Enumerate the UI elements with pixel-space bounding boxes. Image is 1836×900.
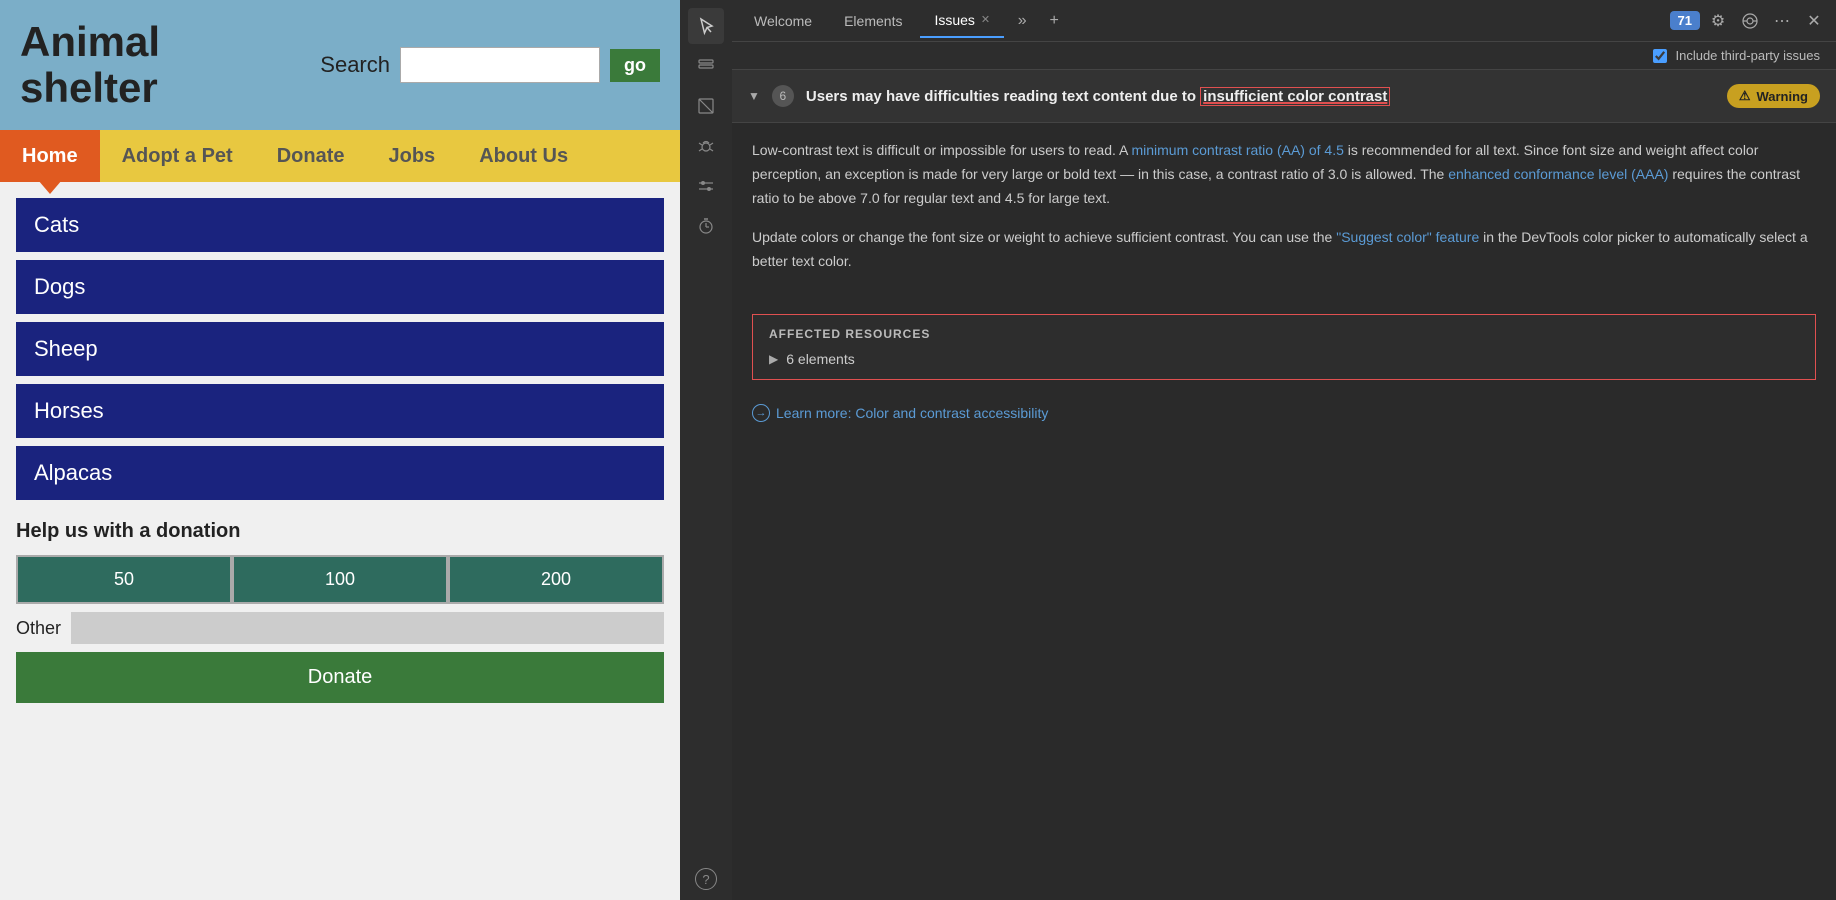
donation-section: Help us with a donation 50 100 200 Other… — [16, 520, 664, 703]
tab-welcome[interactable]: Welcome — [740, 5, 826, 37]
affected-elements-count: 6 elements — [786, 351, 854, 367]
timer-icon[interactable] — [688, 208, 724, 244]
issue-paragraph-1: Low-contrast text is difficult or imposs… — [752, 139, 1816, 210]
include-third-party-checkbox[interactable] — [1653, 49, 1667, 63]
help-circle-icon[interactable]: ? — [695, 868, 717, 890]
devtools-help-icon[interactable]: ? — [695, 868, 717, 890]
donation-amounts: 50 100 200 — [16, 555, 664, 604]
website-panel: Animal shelter Search go Home Adopt a Pe… — [0, 0, 680, 900]
issue-collapse-button[interactable]: ▼ — [748, 89, 760, 103]
link-suggest-color[interactable]: "Suggest color" feature — [1336, 229, 1479, 245]
donation-title: Help us with a donation — [16, 520, 664, 543]
issues-content: ▼ 6 Users may have difficulties reading … — [732, 70, 1836, 900]
settings-button[interactable]: ⚙ — [1704, 7, 1732, 35]
new-tab-button[interactable]: + — [1040, 7, 1068, 35]
expand-elements-arrow[interactable]: ▶ — [769, 352, 778, 366]
devtools-panel: Welcome Elements Issues ✕ » + 71 ⚙ — [680, 0, 1836, 900]
more-tabs-button[interactable]: » — [1008, 7, 1036, 35]
donation-100-button[interactable]: 100 — [232, 555, 448, 604]
tab-issues-close[interactable]: ✕ — [981, 13, 990, 26]
donation-200-button[interactable]: 200 — [448, 555, 664, 604]
link-contrast-ratio[interactable]: minimum contrast ratio (AA) of 4.5 — [1131, 142, 1343, 158]
list-item-horses[interactable]: Horses — [16, 384, 664, 438]
issue-count-circle: 6 — [772, 85, 794, 107]
more-options-button[interactable]: ⋯ — [1768, 7, 1796, 35]
close-devtools-button[interactable]: ✕ — [1800, 7, 1828, 35]
devtools-sidebar: ? — [680, 0, 732, 900]
devtools-topbar: Welcome Elements Issues ✕ » + 71 ⚙ — [732, 0, 1836, 42]
issue-header: ▼ 6 Users may have difficulties reading … — [732, 70, 1836, 123]
search-input[interactable] — [400, 47, 600, 83]
cursor-icon[interactable] — [688, 8, 724, 44]
learn-more-circle-icon: → — [752, 404, 770, 422]
warning-triangle-icon: ⚠ — [1739, 88, 1751, 104]
site-nav: Home Adopt a Pet Donate Jobs About Us — [0, 130, 680, 182]
nav-donate[interactable]: Donate — [255, 130, 367, 182]
search-area: Search go — [320, 47, 660, 83]
donation-other-input[interactable] — [71, 612, 664, 644]
affected-elements-row[interactable]: ▶ 6 elements — [769, 351, 1799, 367]
list-item-alpacas[interactable]: Alpacas — [16, 446, 664, 500]
donate-button[interactable]: Donate — [16, 652, 664, 703]
tab-elements[interactable]: Elements — [830, 5, 916, 37]
donation-other-label: Other — [16, 618, 61, 639]
warning-badge: ⚠ Warning — [1727, 84, 1820, 108]
nav-home[interactable]: Home — [0, 130, 100, 182]
learn-more-row: → Learn more: Color and contrast accessi… — [732, 396, 1836, 442]
sliders-icon[interactable] — [688, 168, 724, 204]
affected-resources-box: AFFECTED RESOURCES ▶ 6 elements — [752, 314, 1816, 380]
issues-count-badge: 71 — [1670, 11, 1700, 30]
affected-resources-title: AFFECTED RESOURCES — [769, 327, 1799, 341]
issue-body: Low-contrast text is difficult or imposs… — [732, 123, 1836, 306]
site-header: Animal shelter Search go — [0, 0, 680, 130]
nav-about[interactable]: About Us — [457, 130, 590, 182]
issue-paragraph-2: Update colors or change the font size or… — [752, 226, 1816, 274]
no-image-icon[interactable] — [688, 88, 724, 124]
link-conformance-level[interactable]: enhanced conformance level (AAA) — [1448, 166, 1668, 182]
nav-jobs[interactable]: Jobs — [367, 130, 458, 182]
issue-title: Users may have difficulties reading text… — [806, 88, 1715, 105]
include-third-party-row: Include third-party issues — [732, 42, 1836, 70]
search-go-button[interactable]: go — [610, 49, 660, 82]
site-content: Cats Dogs Sheep Horses Alpacas Help us w… — [0, 182, 680, 900]
include-third-party-label[interactable]: Include third-party issues — [1675, 48, 1820, 63]
list-item-dogs[interactable]: Dogs — [16, 260, 664, 314]
tab-issues[interactable]: Issues ✕ — [920, 4, 1004, 38]
learn-more-link[interactable]: → Learn more: Color and contrast accessi… — [752, 404, 1816, 422]
donation-50-button[interactable]: 50 — [16, 555, 232, 604]
devtools-main: Welcome Elements Issues ✕ » + 71 ⚙ — [732, 0, 1836, 900]
list-item-sheep[interactable]: Sheep — [16, 322, 664, 376]
donation-other-row: Other — [16, 612, 664, 644]
bug-icon[interactable] — [688, 128, 724, 164]
profile-button[interactable] — [1736, 7, 1764, 35]
layers-icon[interactable] — [688, 48, 724, 84]
animal-list: Cats Dogs Sheep Horses Alpacas — [16, 198, 664, 500]
list-item-cats[interactable]: Cats — [16, 198, 664, 252]
nav-adopt[interactable]: Adopt a Pet — [100, 130, 255, 182]
search-label: Search — [320, 52, 390, 78]
site-title: Animal shelter — [20, 19, 160, 111]
